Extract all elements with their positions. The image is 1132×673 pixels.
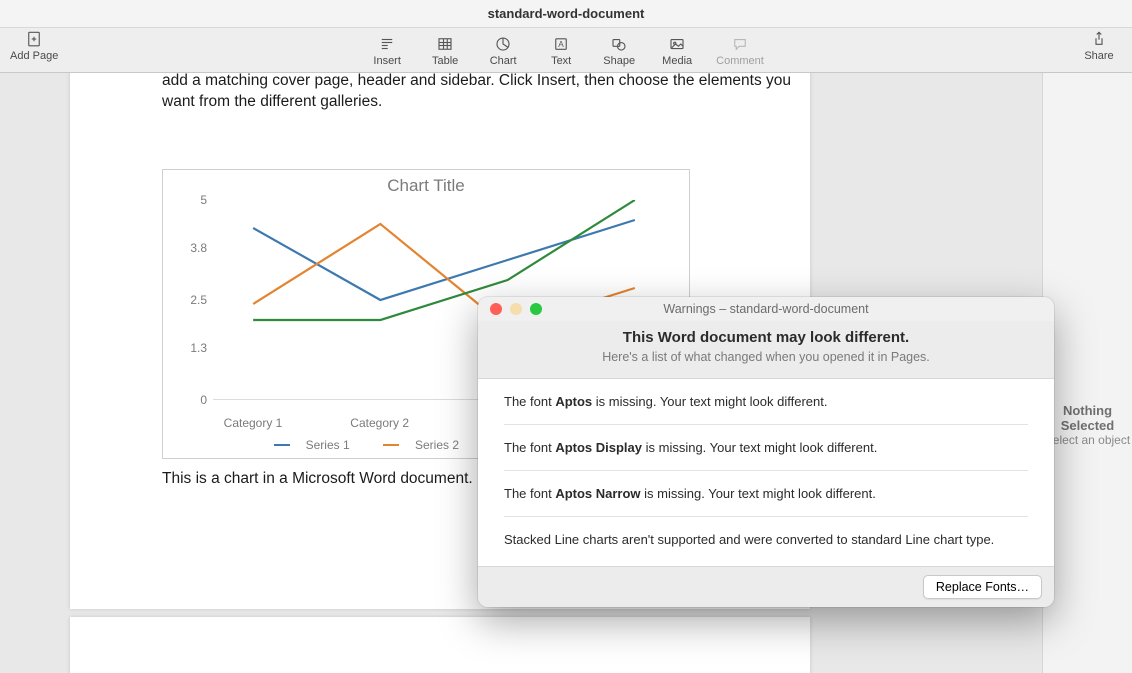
format-inspector: Nothing Selected Select an object bbox=[1042, 73, 1132, 673]
warnings-dialog: Warnings – standard-word-document This W… bbox=[478, 297, 1054, 607]
body-paragraph: add a matching cover page, header and si… bbox=[162, 73, 810, 113]
text-icon: A bbox=[552, 35, 570, 53]
media-button[interactable]: Media bbox=[654, 28, 700, 72]
warning-item: The font Aptos Display is missing. Your … bbox=[504, 425, 1028, 471]
media-icon bbox=[668, 35, 686, 53]
window-title: standard-word-document bbox=[0, 0, 1132, 28]
add-page-label: Add Page bbox=[10, 50, 58, 62]
body-paragraph: This is a chart in a Microsoft Word docu… bbox=[162, 469, 473, 490]
dialog-titlebar[interactable]: Warnings – standard-word-document bbox=[478, 297, 1054, 321]
add-page-icon bbox=[25, 30, 43, 48]
replace-fonts-button[interactable]: Replace Fonts… bbox=[923, 575, 1042, 599]
minimize-icon bbox=[510, 303, 522, 315]
table-icon bbox=[436, 35, 454, 53]
media-label: Media bbox=[662, 55, 692, 67]
insert-button[interactable]: Insert bbox=[364, 28, 410, 72]
legend-item: Series 2 bbox=[383, 438, 469, 452]
zoom-icon[interactable] bbox=[530, 303, 542, 315]
comment-button: Comment bbox=[712, 28, 768, 72]
add-page-button[interactable]: Add Page bbox=[6, 28, 62, 62]
chart-label: Chart bbox=[490, 55, 517, 67]
table-button[interactable]: Table bbox=[422, 28, 468, 72]
chart-icon bbox=[494, 35, 512, 53]
shape-label: Shape bbox=[603, 55, 635, 67]
legend-swatch-icon bbox=[383, 444, 399, 447]
text-button[interactable]: A Text bbox=[538, 28, 584, 72]
legend-label: Series 2 bbox=[415, 438, 459, 452]
dialog-header: This Word document may look different. H… bbox=[478, 321, 1054, 379]
legend-swatch-icon bbox=[274, 444, 290, 447]
text-label: Text bbox=[551, 55, 571, 67]
inspector-heading: Nothing Selected bbox=[1043, 403, 1132, 433]
share-label: Share bbox=[1084, 50, 1113, 62]
dialog-footer: Replace Fonts… bbox=[478, 566, 1054, 607]
shape-icon bbox=[610, 35, 628, 53]
legend-item: Series 1 bbox=[274, 438, 360, 452]
share-button[interactable]: Share bbox=[1076, 28, 1122, 62]
chart-title: Chart Title bbox=[163, 176, 689, 196]
dialog-title: Warnings – standard-word-document bbox=[663, 302, 868, 316]
table-label: Table bbox=[432, 55, 458, 67]
insert-icon bbox=[378, 35, 396, 53]
comment-label: Comment bbox=[716, 55, 764, 67]
toolbar: Add Page Insert Table Chart A Text bbox=[0, 28, 1132, 73]
warnings-list[interactable]: The font Aptos is missing. Your text mig… bbox=[478, 379, 1054, 566]
shape-button[interactable]: Shape bbox=[596, 28, 642, 72]
warning-item: Stacked Line charts aren't supported and… bbox=[504, 517, 1028, 562]
chart-button[interactable]: Chart bbox=[480, 28, 526, 72]
comment-icon bbox=[731, 35, 749, 53]
document-page-2[interactable]: Themes and styles help to keep your docu… bbox=[70, 617, 810, 673]
window-controls bbox=[490, 303, 542, 315]
svg-text:A: A bbox=[558, 40, 564, 49]
dialog-heading: This Word document may look different. bbox=[498, 329, 1034, 346]
inspector-sub: Select an object bbox=[1043, 433, 1132, 447]
insert-label: Insert bbox=[373, 55, 401, 67]
warning-item: The font Aptos is missing. Your text mig… bbox=[504, 379, 1028, 425]
legend-label: Series 1 bbox=[306, 438, 350, 452]
close-icon[interactable] bbox=[490, 303, 502, 315]
warning-item: The font Aptos Narrow is missing. Your t… bbox=[504, 471, 1028, 517]
share-icon bbox=[1090, 30, 1108, 48]
dialog-subheading: Here's a list of what changed when you o… bbox=[498, 350, 1034, 364]
